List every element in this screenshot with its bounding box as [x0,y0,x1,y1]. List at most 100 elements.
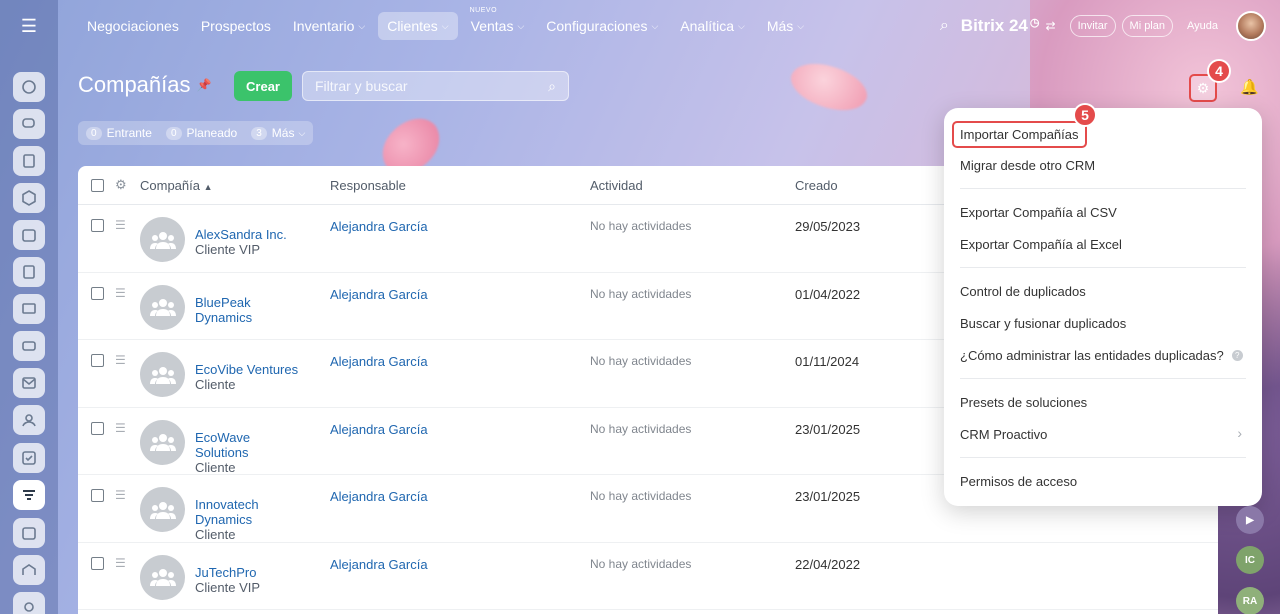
row-checkbox[interactable] [91,421,104,435]
activity-status[interactable]: No hay actividades [590,557,691,571]
pin-icon[interactable]: 📌 [197,78,212,92]
menu-item-presets[interactable]: Presets de soluciones [960,395,1087,410]
row-checkbox[interactable] [91,219,104,232]
activity-status[interactable]: No hay actividades [590,489,691,503]
menu-item-import[interactable]: Importar Compañías [952,121,1087,148]
company-type: Cliente [195,377,236,392]
help-icon[interactable]: ? [1231,350,1243,361]
create-button[interactable]: Crear [234,71,292,101]
column-settings-gear-icon[interactable]: ⚙ [115,177,127,193]
menu-item-merge-duplicates[interactable]: Buscar y fusionar duplicados [960,316,1126,331]
menu-burger-icon[interactable]: ☰ [14,12,44,40]
nav-ventas[interactable]: NUEVO Ventas ⌵ [462,7,534,40]
counter-entrante[interactable]: 0 Entrante [86,126,152,140]
sidebar-item-mail[interactable] [13,368,45,398]
search-icon[interactable]: ⌕ [548,78,556,95]
activity-status[interactable]: No hay actividades [590,422,691,436]
drag-handle-icon[interactable]: ☰ [115,353,126,367]
video-call-icon[interactable]: ▶ [1236,506,1264,534]
header-company[interactable]: Compañía ▲ [140,178,213,193]
nav-clientes[interactable]: Clientes ⌵ [378,12,458,40]
activity-status[interactable]: No hay actividades [590,219,691,233]
bitrix-logo[interactable]: Bitrix 24 ◷ ⇄ [961,16,1056,36]
sidebar-item-calendar[interactable] [13,220,45,250]
counter-mas[interactable]: 3 Más ⌵ [251,126,305,140]
sidebar-item-tasks[interactable] [13,443,45,473]
header-activity[interactable]: Actividad [590,178,643,193]
menu-item-duplicates-help[interactable]: ¿Cómo administrar las entidades duplicad… [960,348,1243,363]
help-button[interactable]: Ayuda [1179,15,1226,37]
activity-status[interactable]: No hay actividades [590,354,691,368]
responsible-link[interactable]: Alejandra García [330,489,428,504]
sidebar-item-crm[interactable] [13,480,45,510]
filter-search[interactable]: ⌕ [302,71,569,101]
search-icon[interactable]: ⌕ [940,17,949,35]
company-name[interactable]: Dynamics [195,512,259,527]
sidebar-item-store[interactable] [13,555,45,585]
my-plan-button[interactable]: Mi plan [1121,15,1173,37]
drag-handle-icon[interactable]: ☰ [115,488,126,502]
company-name[interactable]: Innovatech [195,497,259,512]
company-name[interactable]: Dynamics [195,310,252,325]
sidebar-item-boards[interactable] [13,294,45,324]
menu-item-export-excel[interactable]: Exportar Compañía al Excel [960,237,1122,252]
table-row[interactable]: ☰ JuTechPro Cliente VIP Alejandra García No … [78,543,1218,610]
page-title: Compañías 📌 [78,72,212,97]
sidebar-item-docs[interactable] [13,257,45,287]
nav-configuraciones[interactable]: Configuraciones ⌵ [537,12,667,40]
drag-handle-icon[interactable]: ☰ [115,421,126,435]
nav-mas[interactable]: Más ⌵ [758,12,813,40]
responsible-link[interactable]: Alejandra García [330,422,428,437]
sidebar-item-groups[interactable] [13,183,45,213]
drag-handle-icon[interactable]: ☰ [115,556,126,570]
nav-prospectos[interactable]: Prospectos [192,12,280,40]
menu-item-migrate[interactable]: Migrar desde otro CRM [960,158,1095,173]
avatar-ra[interactable]: RA [1236,587,1264,614]
activity-status[interactable]: No hay actividades [590,287,691,301]
company-name[interactable]: AlexSandra Inc. [195,227,287,242]
sidebar-item-feed[interactable] [13,146,45,176]
header-responsible[interactable]: Responsable [330,178,406,193]
avatar-ic[interactable]: IC [1236,546,1264,574]
nav-negociaciones[interactable]: Negociaciones [78,12,188,40]
drag-handle-icon[interactable]: ☰ [115,218,126,232]
company-name[interactable]: EcoVibe Ventures [195,362,298,377]
search-input[interactable] [315,78,525,94]
select-all-checkbox[interactable] [91,179,104,192]
company-cell: BluePeak Dynamics [195,295,252,325]
sidebar-item-chats[interactable] [13,109,45,139]
company-name[interactable]: Solutions [195,445,250,460]
company-cell: AlexSandra Inc. Cliente VIP [195,227,287,257]
sidebar-item-booking[interactable] [13,518,45,548]
user-avatar[interactable] [1236,11,1266,41]
sidebar-item-copilot[interactable] [13,72,45,102]
responsible-link[interactable]: Alejandra García [330,287,428,302]
company-name[interactable]: JuTechPro [195,565,260,580]
invite-button[interactable]: Invitar [1069,15,1116,37]
menu-item-permissions[interactable]: Permisos de acceso [960,474,1077,489]
menu-item-duplicate-control[interactable]: Control de duplicados [960,284,1086,299]
sidebar-item-settings[interactable] [13,592,45,614]
sidebar-item-contacts[interactable] [13,405,45,435]
row-checkbox[interactable] [91,556,104,570]
company-avatar [140,352,185,397]
bell-icon[interactable]: 🔔 [1240,78,1259,96]
menu-item-export-csv[interactable]: Exportar Compañía al CSV [960,205,1117,220]
responsible-link[interactable]: Alejandra García [330,557,428,572]
sidebar-item-sites[interactable] [13,331,45,361]
nav-inventario[interactable]: Inventario ⌵ [284,12,374,40]
company-avatar [140,554,185,600]
company-name[interactable]: BluePeak [195,295,252,310]
drag-handle-icon[interactable]: ☰ [115,286,126,300]
row-checkbox[interactable] [91,489,104,502]
company-name[interactable]: EcoWave [195,430,250,445]
row-checkbox[interactable] [91,354,104,367]
counter-planeado[interactable]: 0 Planeado [165,126,237,140]
row-checkbox[interactable] [91,286,104,300]
nav-analitica[interactable]: Analítica ⌵ [671,12,754,40]
responsible-link[interactable]: Alejandra García [330,219,428,234]
created-date: 23/01/2025 [795,421,861,437]
menu-item-crm-proactive[interactable]: CRM Proactivo [960,427,1246,442]
header-created[interactable]: Creado [795,178,838,193]
responsible-link[interactable]: Alejandra García [330,354,428,369]
